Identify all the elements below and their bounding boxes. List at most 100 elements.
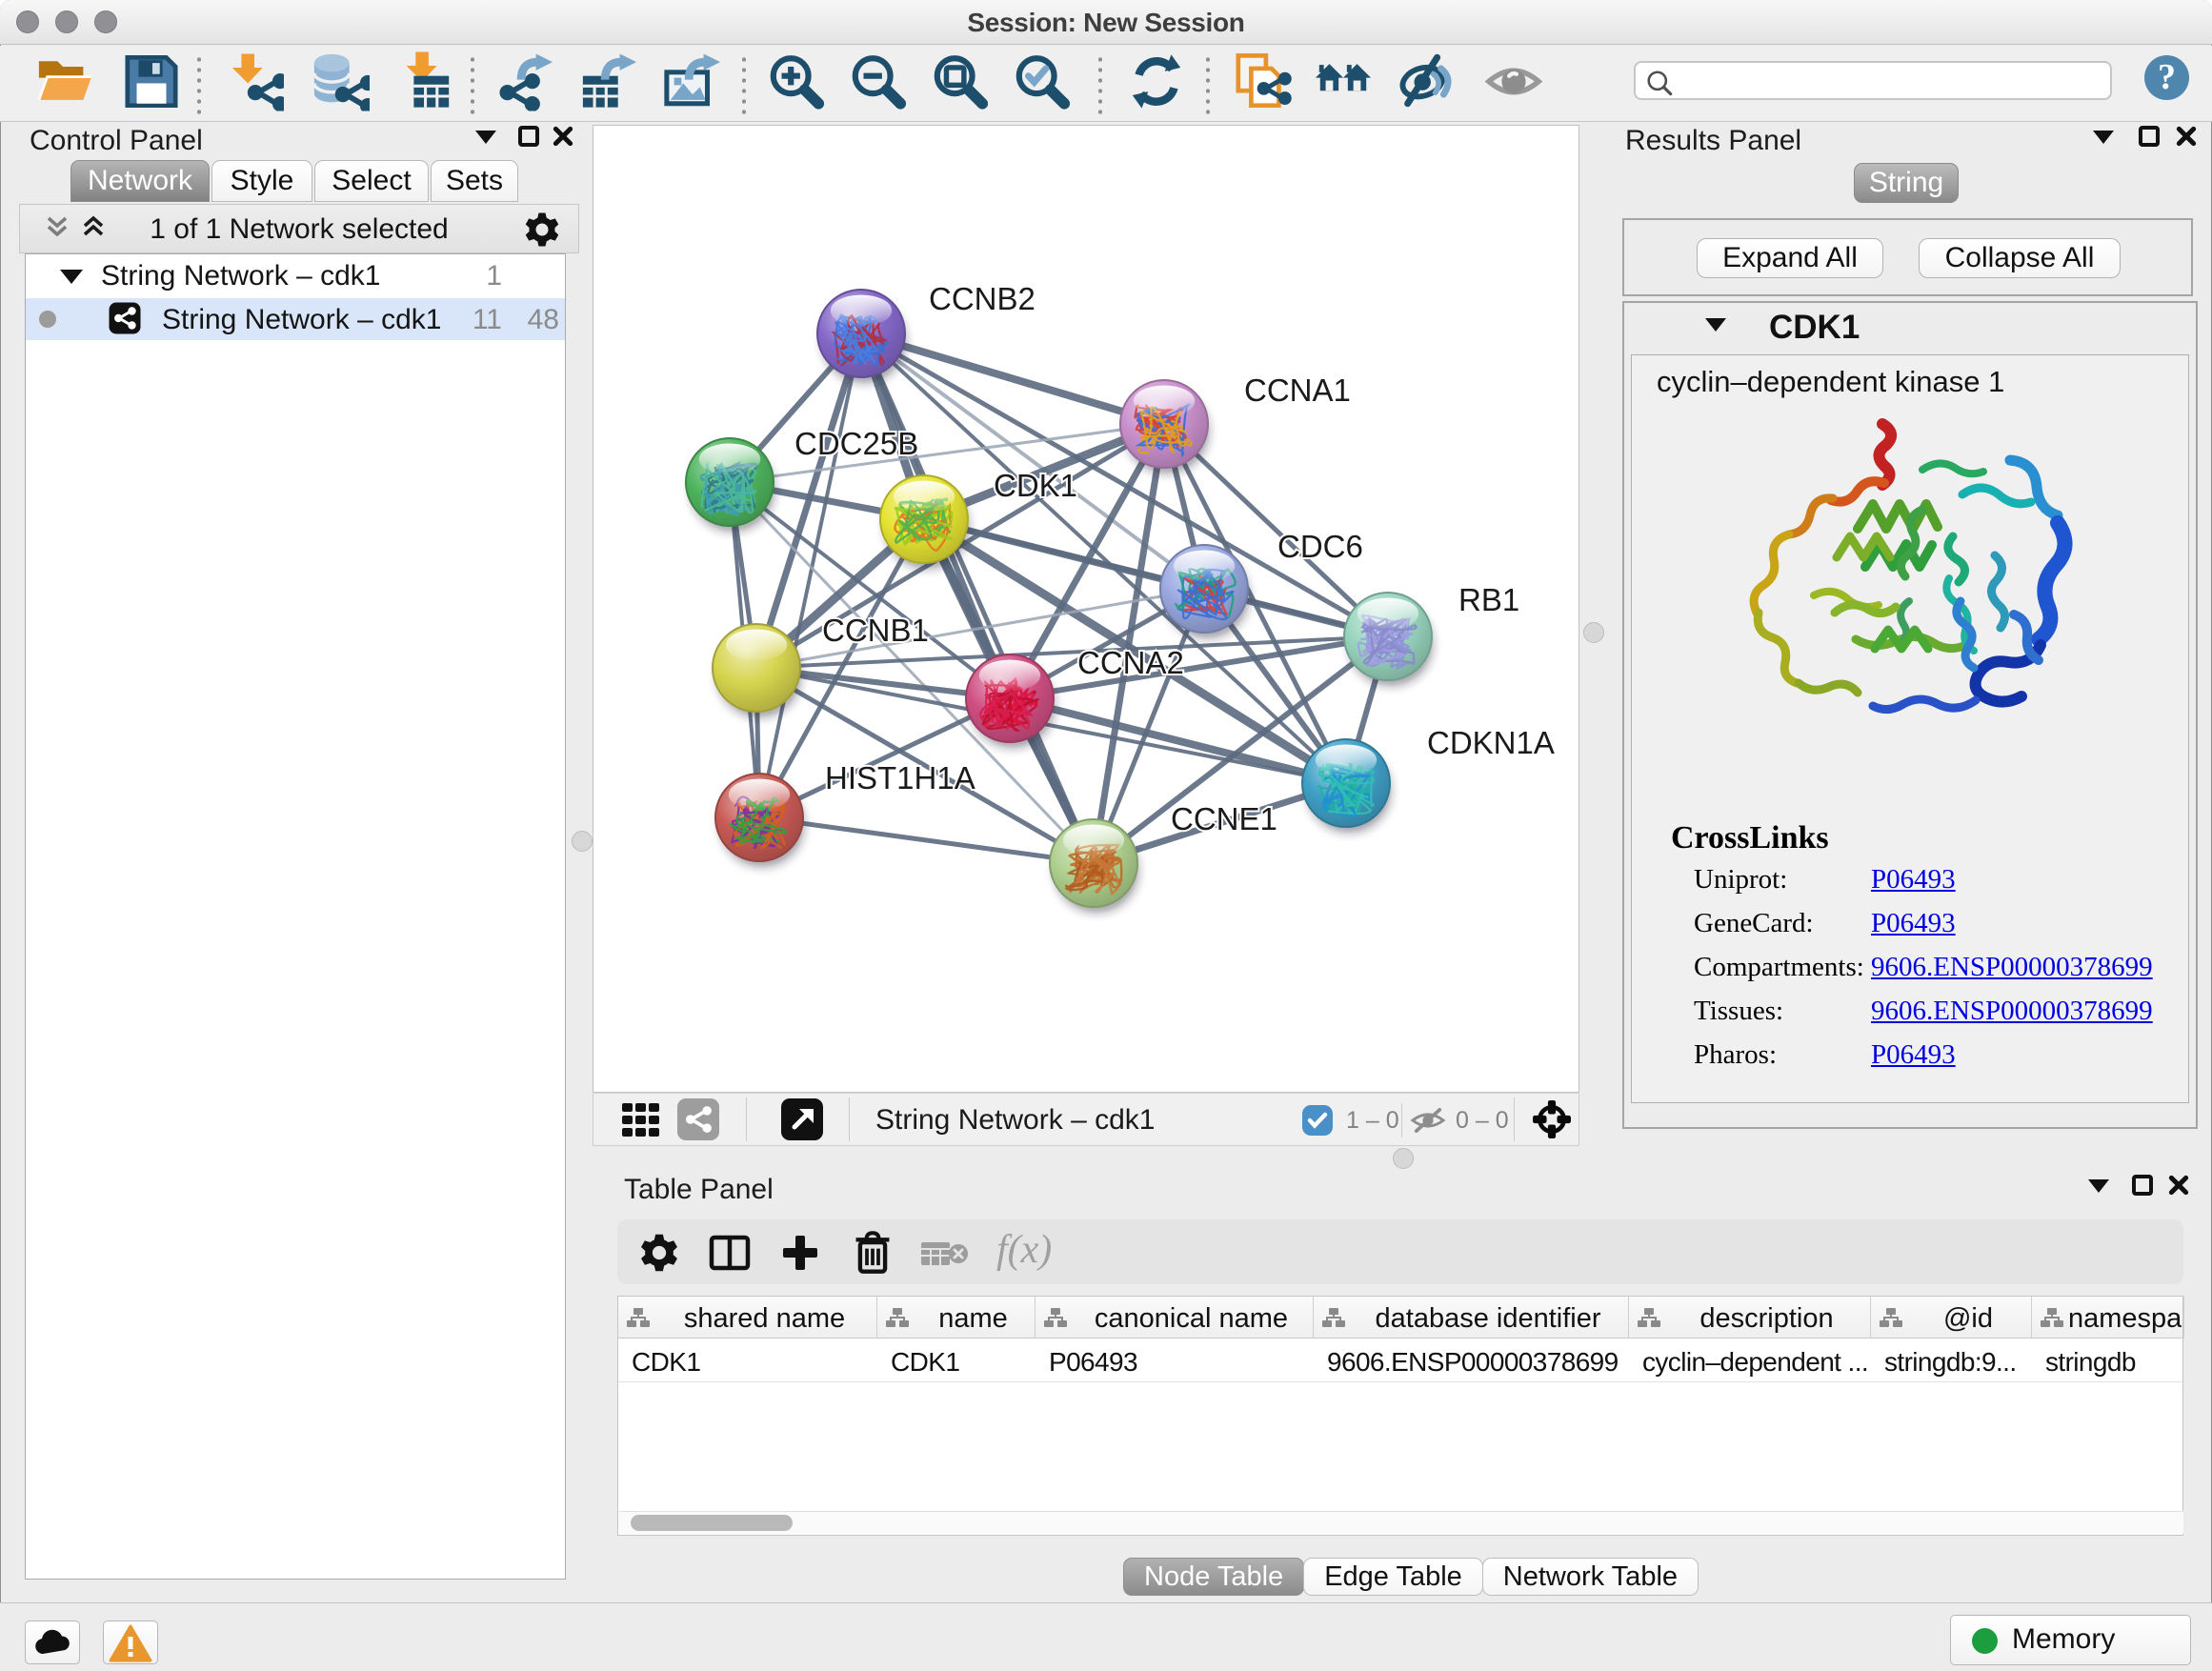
column-header-canonical-name[interactable]: canonical name — [1036, 1297, 1314, 1339]
search-input[interactable] — [1681, 65, 2104, 98]
network-edge-CCNB2-HIST1H1A[interactable] — [759, 333, 861, 817]
table-hscrollbar[interactable] — [619, 1511, 2183, 1534]
tab-select[interactable]: Select — [314, 160, 429, 202]
warning-button[interactable] — [103, 1621, 158, 1664]
column-header-name[interactable]: name — [877, 1297, 1036, 1339]
delete-column-trash-icon[interactable] — [852, 1230, 894, 1280]
crosslink-value-link[interactable]: P06493 — [1871, 908, 1956, 939]
import-table-from-file-button[interactable] — [395, 52, 454, 116]
expand-all-button[interactable]: Expand All — [1697, 238, 1883, 278]
table-panel-close-icon[interactable] — [2168, 1175, 2189, 1196]
network-row[interactable]: String Network – cdk11148 — [26, 298, 565, 340]
table-panel-menu-icon[interactable] — [2088, 1179, 2109, 1193]
results-panel-float-icon[interactable] — [2139, 126, 2160, 147]
copy-network-button[interactable] — [1233, 52, 1292, 116]
network-edge-CCNB2-CCNA1[interactable] — [861, 333, 1164, 424]
cloud-button[interactable] — [25, 1621, 80, 1664]
collection-expand-icon[interactable] — [60, 270, 83, 284]
network-row-label: String Network – cdk1 — [162, 304, 441, 336]
control-panel-menu-icon[interactable] — [475, 131, 496, 144]
tab-network-table[interactable]: Network Table — [1482, 1558, 1699, 1596]
table-cell[interactable]: stringdb — [2045, 1347, 2136, 1378]
control-panel-float-icon[interactable] — [518, 126, 539, 147]
protein-collapse-icon[interactable] — [1705, 318, 1726, 332]
open-in-window-icon[interactable] — [781, 1098, 823, 1140]
column-header-database-identifier[interactable]: database identifier — [1314, 1297, 1629, 1339]
export-network-button[interactable] — [495, 52, 554, 116]
string-home-button[interactable] — [1314, 52, 1373, 116]
network-node-CCNA1[interactable]: CCNA1 — [1120, 372, 1351, 473]
network-options-gear-icon[interactable] — [523, 211, 561, 253]
hide-labels-button[interactable] — [1397, 52, 1456, 116]
results-panel-close-icon[interactable] — [2176, 126, 2197, 147]
birds-eye-toggle-icon[interactable] — [1533, 1100, 1571, 1143]
open-session-button[interactable] — [35, 52, 94, 116]
birds-eye-grid-icon[interactable] — [620, 1099, 662, 1146]
zoom-selected-button[interactable] — [1013, 52, 1072, 116]
zoom-in-button[interactable] — [767, 52, 826, 116]
table-cell[interactable]: stringdb:9... — [1884, 1347, 2017, 1378]
control-panel-close-icon[interactable] — [553, 126, 573, 147]
show-eye-button[interactable] — [1484, 52, 1543, 116]
horizontal-splitter-handle[interactable] — [1393, 1148, 1414, 1169]
column-header--id[interactable]: @id — [1871, 1297, 2032, 1339]
string-network-graph[interactable]: CCNB2CCNA1CDC25BCDK1CDC6RB1CCNB1CCNA2CDK… — [593, 126, 1579, 1092]
split-table-icon[interactable] — [709, 1232, 751, 1278]
export-image-button[interactable] — [663, 52, 722, 116]
memory-button[interactable]: Memory — [1950, 1615, 2191, 1665]
network-node-RB1[interactable]: RB1 — [1344, 582, 1519, 686]
network-node-CDKN1A[interactable]: CDKN1A — [1302, 725, 1555, 833]
zoom-out-button[interactable] — [849, 52, 908, 116]
tab-node-table[interactable]: Node Table — [1123, 1558, 1304, 1596]
crosslink-value-link[interactable]: P06493 — [1871, 864, 1956, 896]
share-network-icon[interactable] — [677, 1098, 719, 1140]
search-box[interactable] — [1634, 61, 2112, 100]
network-node-CCNB2[interactable]: CCNB2 — [817, 281, 1036, 383]
refresh-layout-button[interactable] — [1127, 52, 1186, 116]
import-network-from-file-button[interactable] — [225, 52, 284, 116]
tab-network[interactable]: Network — [70, 160, 210, 202]
results-panel-menu-icon[interactable] — [2093, 131, 2114, 144]
crosslink-value-link[interactable]: P06493 — [1871, 1039, 1956, 1071]
right-splitter-handle[interactable] — [1583, 622, 1604, 643]
delete-table-icon[interactable] — [920, 1239, 970, 1273]
function-builder-fx[interactable]: f(x) — [996, 1227, 1052, 1273]
table-cell[interactable]: CDK1 — [632, 1347, 700, 1378]
table-cell[interactable]: CDK1 — [891, 1347, 959, 1378]
crosslink-value-link[interactable]: 9606.ENSP00000378699 — [1871, 952, 2153, 983]
protein-description: cyclin–dependent kinase 1 — [1657, 365, 2004, 399]
import-network-from-database-button[interactable] — [311, 52, 370, 116]
column-header-shared-name[interactable]: shared name — [618, 1297, 877, 1339]
collapse-all-button[interactable]: Collapse All — [1919, 238, 2121, 278]
save-session-button[interactable] — [122, 52, 181, 116]
hidden-eye-icon[interactable] — [1409, 1104, 1447, 1141]
table-hscrollbar-thumb[interactable] — [631, 1515, 793, 1531]
tab-string[interactable]: String — [1854, 163, 1959, 203]
crosslink-value-link[interactable]: 9606.ENSP00000378699 — [1871, 996, 2153, 1027]
table-cell[interactable]: 9606.ENSP00000378699 — [1327, 1347, 1619, 1378]
export-table-button[interactable] — [579, 52, 638, 116]
table-cell[interactable]: P06493 — [1049, 1347, 1137, 1378]
protein-details: cyclin–dependent kinase 1CrossLinksUnipr… — [1631, 354, 2189, 1103]
table-panel-float-icon[interactable] — [2132, 1175, 2153, 1196]
tab-style[interactable]: Style — [211, 160, 312, 202]
table-row[interactable]: CDK1 CDK1 P06493 9606.ENSP00000378699 cyclin… — [618, 1339, 2182, 1382]
network-collection-row[interactable]: String Network – cdk11 — [26, 256, 565, 298]
help-button[interactable]: ? — [2144, 55, 2189, 100]
tab-edge-table[interactable]: Edge Table — [1303, 1558, 1483, 1596]
selected-checkbox-icon[interactable] — [1302, 1105, 1333, 1136]
left-splitter-handle[interactable] — [572, 831, 593, 852]
network-edge-HIST1H1A-CCNE1[interactable] — [759, 817, 1094, 863]
network-node-HIST1H1A[interactable]: HIST1H1A — [715, 760, 975, 867]
table-settings-gear-icon[interactable] — [638, 1232, 680, 1278]
network-canvas[interactable]: CCNB2CCNA1CDC25BCDK1CDC6RB1CCNB1CCNA2CDK… — [593, 125, 1579, 1093]
tab-sets[interactable]: Sets — [431, 160, 518, 202]
column-header-description[interactable]: description — [1629, 1297, 1871, 1339]
protein-section-header[interactable]: CDK1 — [1624, 303, 2196, 354]
table-cell[interactable]: cyclin–dependent ... — [1642, 1347, 1868, 1378]
network-node-CCNE1[interactable]: CCNE1 — [1050, 801, 1277, 913]
zoom-fit-button[interactable] — [931, 52, 990, 116]
add-column-icon[interactable] — [779, 1232, 821, 1278]
column-header-namespace[interactable]: namespace — [2032, 1297, 2184, 1339]
table-panel-tabs: Node TableEdge TableNetwork Table — [1123, 1558, 1698, 1596]
